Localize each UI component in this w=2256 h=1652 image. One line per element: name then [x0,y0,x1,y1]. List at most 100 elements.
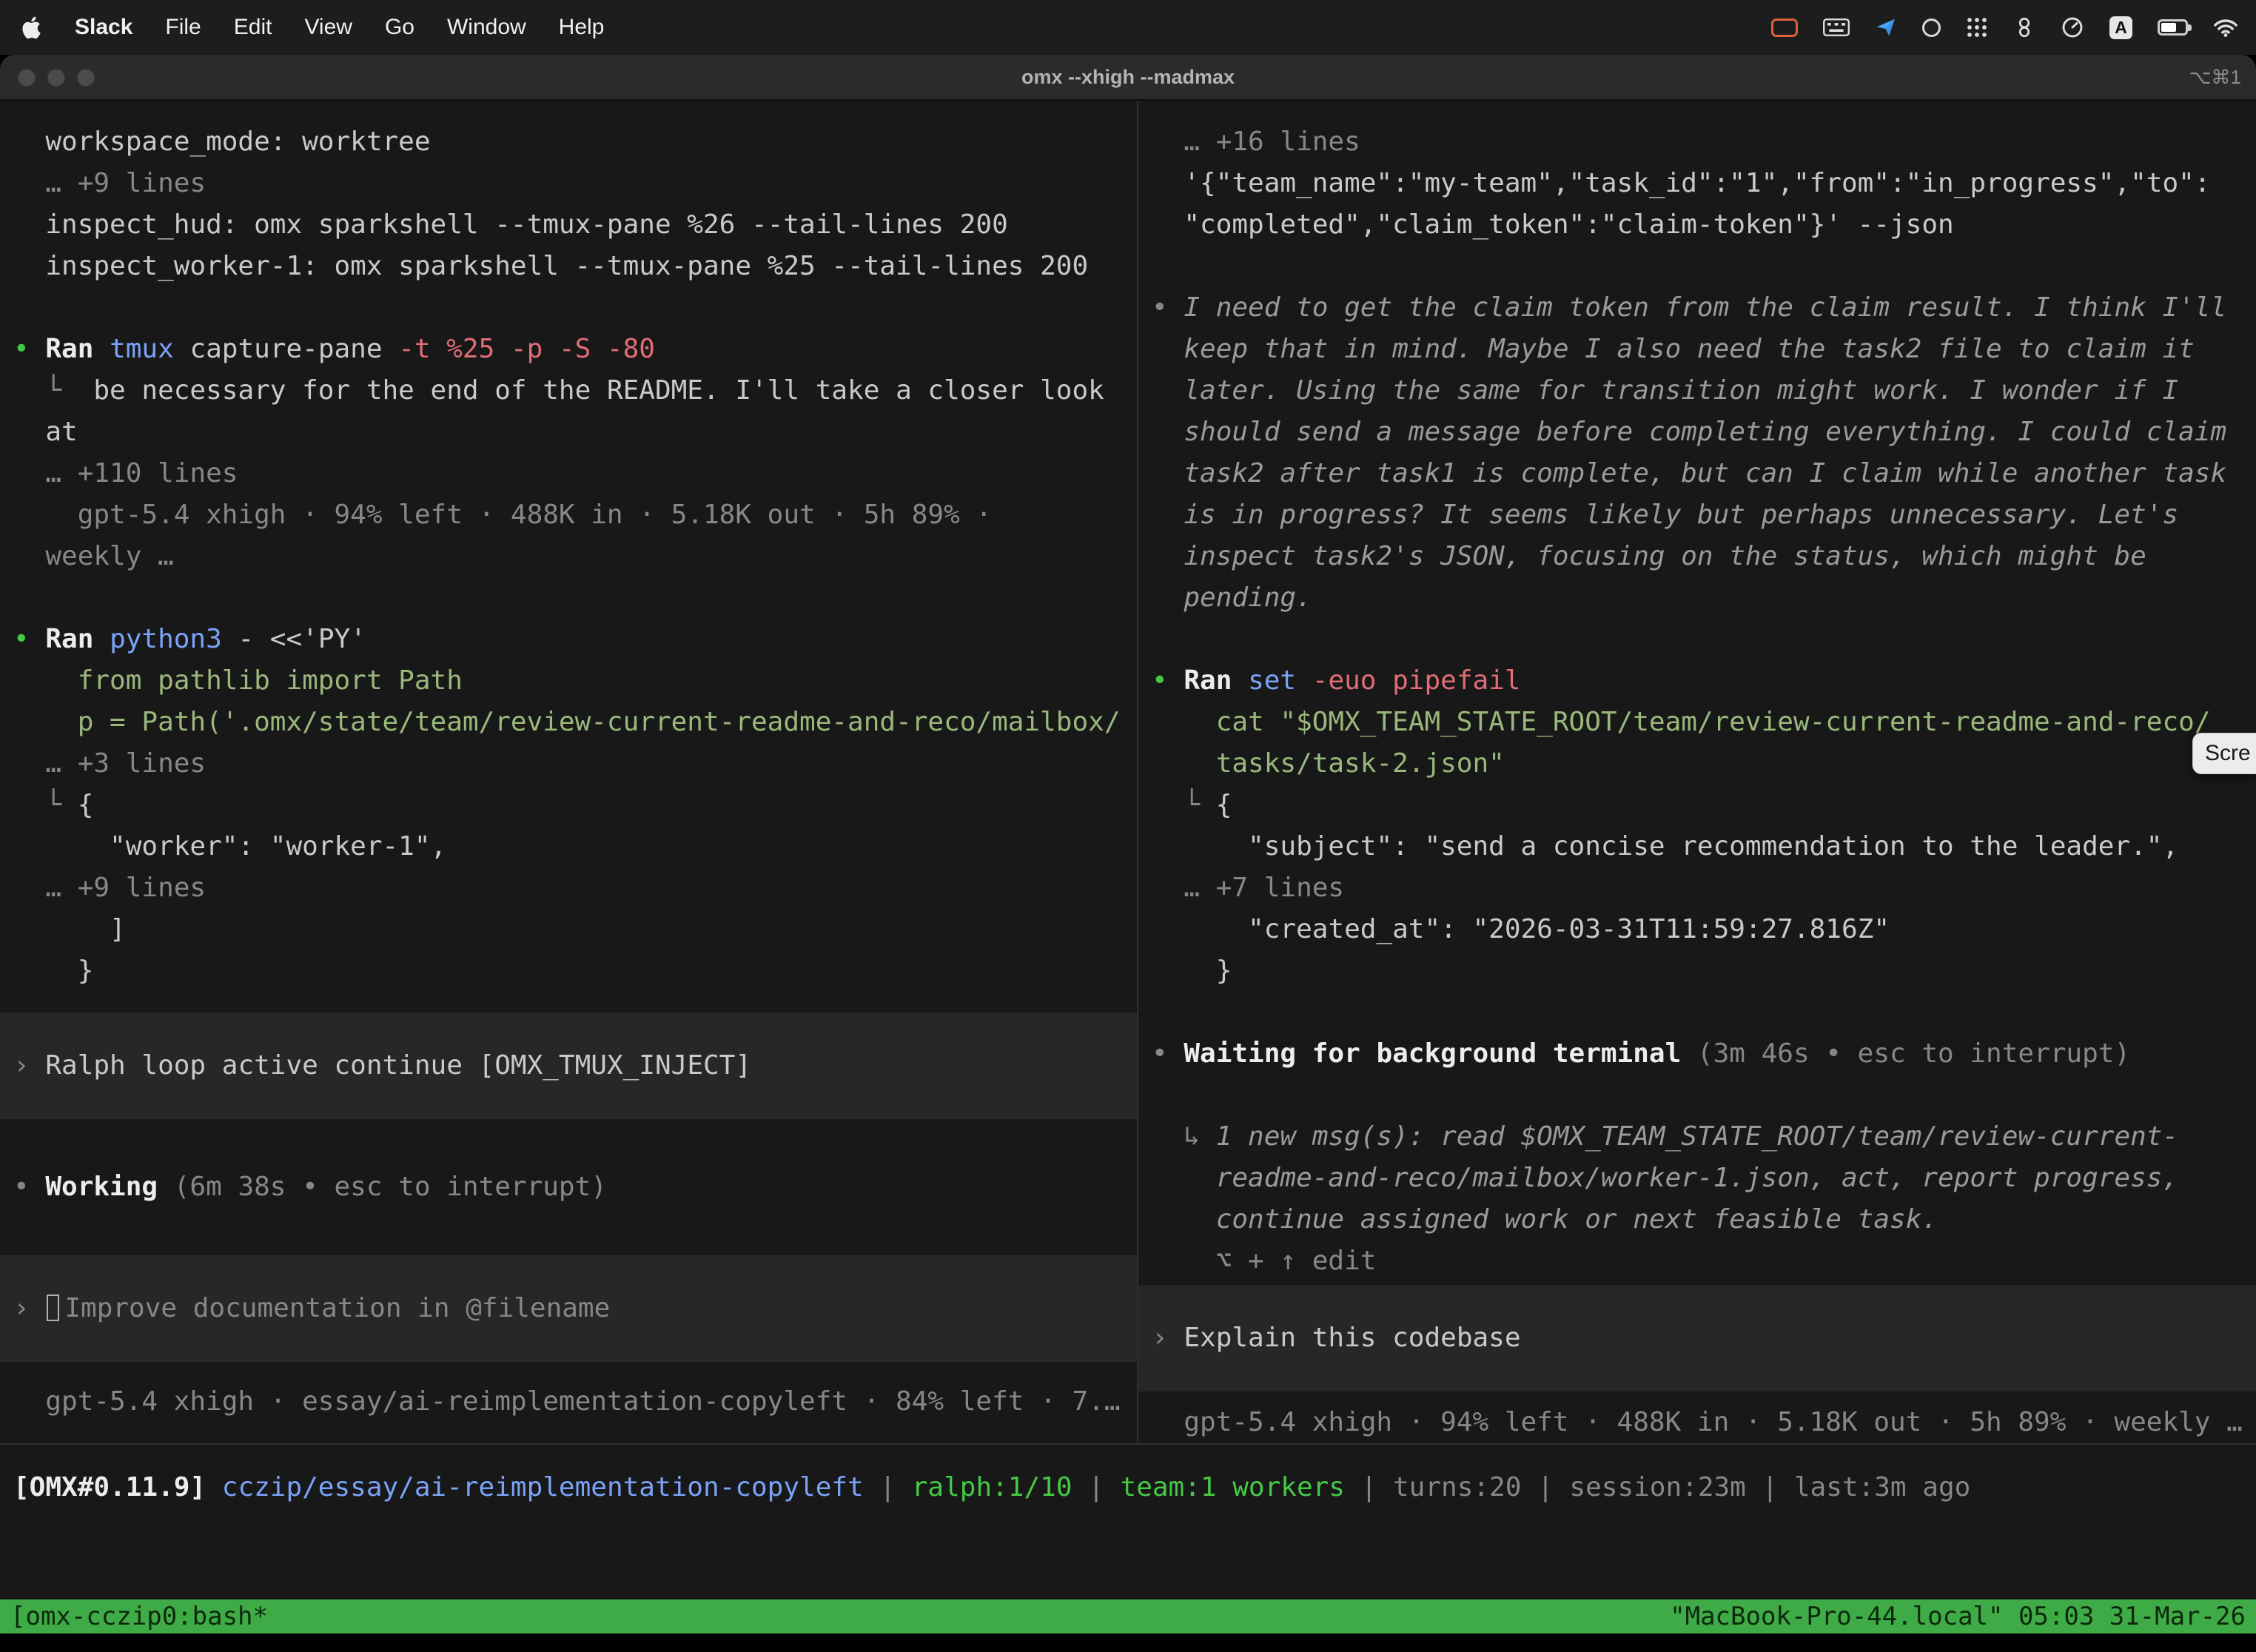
terminal-line: } [1138,950,2256,992]
terminal-line: ] [0,909,1137,950]
tmux-host-clock: "MacBook-Pro-44.local" 05:03 31-Mar-26 [1670,1602,2246,1631]
text-segment: ↳ [1152,1121,1216,1152]
text-segment: (3m 46s • esc to interrupt) [1697,1038,2130,1069]
menu-bar: Slack File Edit View Go Window Help A [0,0,2256,55]
terminal-line: continue assigned work or next feasible … [1138,1199,2256,1240]
blank-line [0,287,1137,329]
terminal-app-icon[interactable] [1922,19,1941,37]
keyboard-icon[interactable] [1823,19,1850,36]
text-segment: … +7 lines [1152,873,1344,903]
text-segment: "worker": "worker-1", [13,831,446,862]
composer-input[interactable]: › Improve documentation in @filename [0,1255,1137,1362]
text-segment: | [1072,1472,1121,1502]
menu-help[interactable]: Help [559,15,605,40]
text-segment: └ [1152,790,1216,820]
terminal-line: … +9 lines [0,163,1137,204]
tmux-status-bar: [omx-cczip0:bash* "MacBook-Pro-44.local"… [0,1599,2256,1633]
terminal-line: gpt-5.4 xhigh · 94% left · 488K in · 5.1… [0,494,1137,536]
text-segment: • [13,334,45,364]
composer-suggestion[interactable]: › Explain this codebase [1138,1285,2256,1391]
text-segment: should send a message before completing … [1152,417,2226,447]
text-segment: › [13,1293,45,1323]
text-segment: • [1152,292,1184,323]
terminal-line: ↳ 1 new msg(s): read $OMX_TEAM_STATE_ROO… [1138,1116,2256,1158]
screen-capture-popup[interactable]: Scre [2192,733,2256,774]
terminal-line: at [0,412,1137,453]
text-segment: Ran [1184,665,1248,696]
terminal-line: └ be necessary for the end of the README… [0,370,1137,412]
terminal-line: from pathlib import Path [0,660,1137,702]
text-segment: { [78,790,94,820]
text-segment: is in progress? It seems likely but perh… [1152,500,2178,530]
text-segment: } [1152,956,1232,986]
text-segment: inspect_worker-1: omx sparkshell --tmux-… [13,251,1088,281]
paper-plane-icon[interactable] [1875,16,1897,38]
dots-grid-icon[interactable] [1966,16,1988,38]
apple-menu-icon[interactable] [22,16,42,40]
blank-line [0,577,1137,619]
text-segment: Ran [45,334,110,364]
text-cursor [47,1295,59,1321]
terminal-line: workspace_mode: worktree [0,121,1137,163]
text-segment: cczip/essay/ai-reimplementation-copyleft [222,1472,864,1502]
text-segment: "created_at": "2026-03-31T11:59:27.816Z" [1152,914,1890,944]
text-segment: … +16 lines [1152,127,1360,157]
left-terminal-pane[interactable]: workspace_mode: worktree … +9 lines insp… [0,101,1137,1443]
terminal-line: '{"team_name":"my-team","task_id":"1","f… [1138,163,2256,204]
text-segment: └ [13,375,93,406]
text-segment: Waiting for background terminal [1184,1038,1697,1069]
text-segment: readme-and-reco/mailbox/worker-1.json, a… [1152,1163,2178,1193]
menu-bar-left: Slack File Edit View Go Window Help [22,15,604,40]
text-segment: pending. [1152,582,1312,613]
right-terminal-pane[interactable]: … +16 lines '{"team_name":"my-team","tas… [1138,101,2256,1443]
text-segment: • [13,624,45,654]
input-source-icon[interactable]: A [2109,16,2132,39]
blank-line [1138,246,2256,287]
text-segment: ralph:1/10 [912,1472,1072,1502]
menu-window[interactable]: Window [447,15,526,40]
text-segment: workspace_mode: worktree [13,127,431,157]
terminal-line: • Ran set -euo pipefail [1138,660,2256,702]
menu-view[interactable]: View [304,15,352,40]
menu-edit[interactable]: Edit [234,15,272,40]
text-segment: task2 after task1 is complete, but can I… [1152,458,2226,488]
text-segment: } [13,956,93,986]
text-segment: … +3 lines [13,748,206,779]
loop-icon[interactable] [2013,16,2035,38]
text-segment: Ralph loop active continue [OMX_TMUX_INJ… [45,1050,751,1081]
terminal-line: readme-and-reco/mailbox/worker-1.json, a… [1138,1158,2256,1199]
menu-app-name[interactable]: Slack [75,15,132,40]
text-segment: last:3m ago [1794,1472,1970,1502]
blank-line [1138,1075,2256,1116]
text-segment: Working [45,1172,173,1202]
tmux-panes: workspace_mode: worktree … +9 lines insp… [0,101,2256,1443]
omx-hud-line: [OMX#0.11.9] cczip/essay/ai-reimplementa… [13,1467,2256,1508]
terminal-line: └ { [0,785,1137,826]
terminal-line: "created_at": "2026-03-31T11:59:27.816Z" [1138,909,2256,950]
text-segment: -t %25 -p -S -80 [398,334,655,364]
text-segment: | [1746,1472,1794,1502]
text-segment: | [1345,1472,1393,1502]
terminal-line: • Ran python3 - <<'PY' [0,619,1137,660]
menu-file[interactable]: File [165,15,201,40]
pane-footer-status: gpt-5.4 xhigh · 94% left · 488K in · 5.1… [1138,1402,2256,1443]
menu-go[interactable]: Go [385,15,414,40]
text-segment: capture-pane [189,334,398,364]
omx-hud: [OMX#0.11.9] cczip/essay/ai-reimplementa… [0,1443,2256,1599]
bottom-gap [0,1633,2256,1652]
terminal-line: tasks/task-2.json" [1138,743,2256,785]
window-title-bar[interactable]: omx --xhigh --madmax ⌥⌘1 [0,55,2256,101]
terminal-line: keep that in mind. Maybe I also need the… [1138,329,2256,370]
text-segment: › [13,1050,45,1081]
gauge-icon[interactable] [2061,16,2084,39]
record-rect [1771,19,1798,37]
screen-recording-icon[interactable] [1771,19,1798,37]
text-segment: tasks/task-2.json" [1152,748,1505,779]
battery-icon[interactable] [2158,19,2188,36]
wifi-icon[interactable] [2213,18,2238,38]
terminal-line: task2 after task1 is complete, but can I… [1138,453,2256,494]
text-segment: later. Using the same for transition mig… [1152,375,2178,406]
queued-message[interactable]: › Ralph loop active continue [OMX_TMUX_I… [0,1013,1137,1119]
text-segment: • [1152,665,1184,696]
terminal-line: should send a message before completing … [1138,412,2256,453]
